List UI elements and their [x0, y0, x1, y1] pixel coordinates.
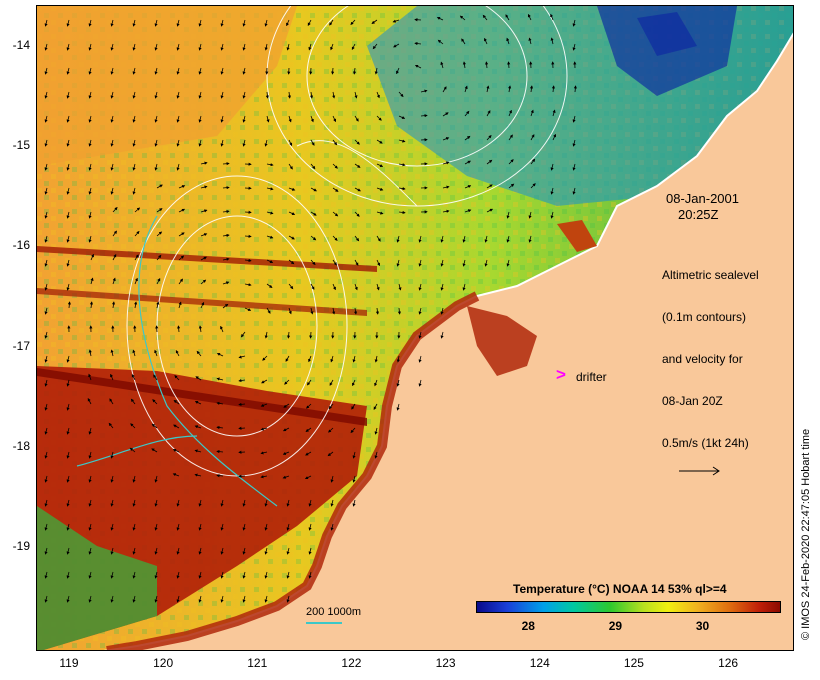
lat-tick-label: -16 — [12, 238, 30, 253]
lat-tick-label: -19 — [12, 538, 30, 553]
lon-tick-label: 121 — [247, 656, 268, 670]
velocity-arrow — [244, 234, 252, 238]
temperature-colorbar — [476, 601, 781, 613]
lon-tick-label: 120 — [153, 656, 174, 670]
colorbar-tick-label: 28 — [521, 619, 535, 633]
lon-tick-label: 119 — [59, 656, 79, 670]
legend-line: and velocity for — [662, 352, 743, 366]
credit-text: © IMOS 24-Feb-2020 22:47:05 Hobart time — [800, 428, 812, 640]
lon-tick-label: 125 — [623, 656, 644, 670]
colorbar-tick-label: 29 — [608, 619, 623, 633]
lat-tick-label: -15 — [12, 138, 30, 153]
legend-line: 0.5m/s (1kt 24h) — [662, 436, 749, 450]
lon-tick-label: 126 — [718, 656, 739, 670]
lon-tick-label: 123 — [435, 656, 456, 670]
lat-tick-label: -17 — [12, 338, 30, 353]
colorbar-title: Temperature (°C) NOAA 14 53% ql>=4 — [513, 582, 727, 596]
lat-tick-label: -14 — [12, 38, 30, 53]
velocity-arrow — [216, 474, 224, 478]
drifter-icon: > — [556, 365, 566, 384]
velocity-arrow — [331, 67, 335, 75]
lon-tick-label: 122 — [341, 656, 362, 670]
velocity-arrow — [507, 61, 511, 69]
reference-arrow-icon — [678, 466, 720, 476]
date-label: 08-Jan-2001 — [666, 191, 739, 206]
isobath-scale-line — [306, 622, 342, 624]
legend-line: 08-Jan 20Z — [662, 394, 723, 408]
drifter-label: drifter — [576, 370, 607, 384]
legend-line: Altimetric sealevel — [662, 268, 759, 282]
lon-tick-label: 124 — [529, 656, 550, 670]
velocity-legend: Altimetric sealevel (0.1m contours) and … — [662, 240, 759, 479]
time-label: 20:25Z — [678, 207, 719, 222]
velocity-arrow — [222, 162, 230, 166]
lat-tick-label: -18 — [12, 438, 30, 453]
isobath-scale-label: 200 1000m — [306, 606, 362, 618]
legend-line: (0.1m contours) — [662, 310, 747, 324]
colorbar-tick-label: 30 — [695, 619, 710, 633]
